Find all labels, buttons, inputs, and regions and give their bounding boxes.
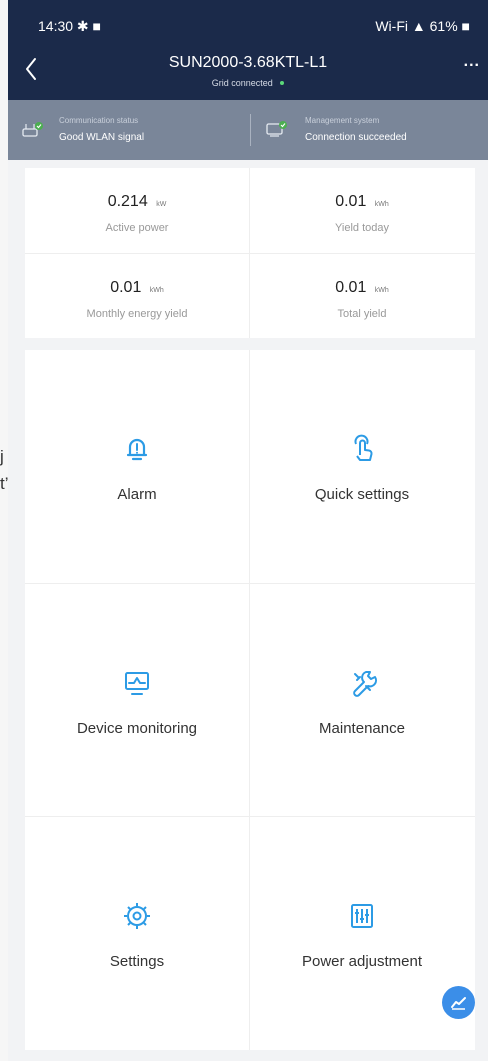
- stat-total-yield-label: Total yield: [337, 308, 387, 320]
- more-button[interactable]: ...: [464, 54, 480, 70]
- menu-alarm-label: Alarm: [117, 486, 157, 503]
- stat-active-power-value-line: 0.214 kW: [25, 193, 249, 211]
- quick-settings-icon-wrap: [345, 432, 379, 466]
- stat-yield-today-value: 0.01: [335, 193, 367, 210]
- trend-chart-button[interactable]: [442, 986, 475, 1019]
- status-dot-icon: [280, 81, 285, 85]
- menu-power-adjustment[interactable]: Power adjustment: [250, 817, 474, 1050]
- phone-screen: 14:30 ✱ ■ Wi-Fi ▲ 61% ■ SUN2000-3.68KTL-…: [8, 0, 488, 1061]
- stat-monthly-energy-yield-label: Monthly energy yield: [86, 308, 188, 320]
- trend-chart-icon: [451, 997, 466, 1010]
- stat-active-power-unit: kW: [156, 201, 167, 208]
- settings-icon: [124, 903, 150, 929]
- menu-settings[interactable]: Settings: [25, 817, 249, 1050]
- communication-status-value: Good WLAN signal: [59, 132, 145, 143]
- stat-monthly-energy-yield: 0.01 kWh Monthly energy yield: [25, 254, 249, 339]
- stat-yield-today-label: Yield today: [334, 222, 390, 234]
- communication-status-label: Communication status: [59, 116, 139, 125]
- power-adjustment-icon-wrap: [345, 899, 379, 933]
- stat-active-power: 0.214 kW Active power: [25, 168, 249, 253]
- device-title: SUN2000-3.68KTL-L1: [168, 54, 328, 71]
- quick-settings-icon: [354, 434, 373, 461]
- stat-yield-today-unit: kWh: [374, 201, 389, 208]
- menu-alarm[interactable]: Alarm: [25, 350, 249, 583]
- management-system-value: Connection succeeded: [305, 132, 407, 143]
- title-bar: SUN2000-3.68KTL-L1 Grid connected ...: [8, 40, 488, 100]
- stat-total-yield-value: 0.01: [335, 279, 367, 296]
- device-monitoring-icon-wrap: [120, 666, 154, 700]
- management-system-icon: [266, 121, 287, 137]
- stat-total-yield: 0.01 kWh Total yield: [250, 254, 474, 339]
- menu-device-monitoring-label: Device monitoring: [76, 720, 198, 737]
- power-adjustment-icon: [351, 904, 373, 928]
- left-cropped-strip: j t’,: [0, 0, 8, 1061]
- stat-monthly-energy-yield-unit: kWh: [149, 287, 164, 294]
- stat-yield-today-value-line: 0.01 kWh: [250, 193, 474, 211]
- device-status-text: Grid connected: [211, 78, 273, 88]
- stat-yield-today: 0.01 kWh Yield today: [250, 168, 474, 253]
- menu-maintenance-label: Maintenance: [319, 720, 405, 737]
- menu-card: Alarm Quick settings Device monitoring M…: [25, 350, 475, 1050]
- menu-quick-settings-label: Quick settings: [314, 486, 410, 503]
- more-icon: ...: [463, 53, 480, 70]
- device-monitoring-icon: [125, 672, 149, 695]
- top-header: 14:30 ✱ ■ Wi-Fi ▲ 61% ■ SUN2000-3.68KTL-…: [8, 0, 488, 100]
- menu-power-adjustment-label: Power adjustment: [301, 953, 423, 970]
- status-indicators: Wi-Fi ▲ 61% ■: [375, 18, 470, 34]
- management-system-label: Management system: [305, 116, 380, 125]
- settings-icon-wrap: [120, 899, 154, 933]
- page: j t’, 14:30 ✱ ■ Wi-Fi ▲ 61% ■ SUN2000-3.…: [0, 0, 488, 1061]
- alarm-icon-wrap: [120, 432, 154, 466]
- status-bar: 14:30 ✱ ■ Wi-Fi ▲ 61% ■: [8, 0, 488, 40]
- communication-status[interactable]: Communication status Good WLAN signal: [8, 100, 250, 160]
- menu-maintenance[interactable]: Maintenance: [250, 584, 474, 817]
- menu-quick-settings[interactable]: Quick settings: [250, 350, 474, 583]
- stat-monthly-energy-yield-value: 0.01: [110, 279, 142, 296]
- left-crop-text-1: j: [0, 447, 4, 466]
- menu-settings-label: Settings: [109, 953, 165, 970]
- stat-monthly-energy-yield-value-line: 0.01 kWh: [25, 279, 249, 297]
- stat-total-yield-unit: kWh: [374, 287, 389, 294]
- maintenance-icon: [353, 671, 378, 697]
- left-crop-text-2: t’,: [0, 474, 8, 493]
- management-system[interactable]: Management system Connection succeeded: [250, 100, 488, 160]
- stats-card: 0.214 kW Active power 0.01 kWh Yield tod…: [25, 168, 475, 338]
- stat-total-yield-value-line: 0.01 kWh: [250, 279, 474, 297]
- communication-bar: Communication status Good WLAN signal Ma…: [8, 100, 488, 160]
- status-time: 14:30 ✱ ■: [38, 18, 101, 34]
- stat-active-power-value: 0.214: [107, 193, 148, 210]
- wlan-router-icon: [22, 122, 43, 137]
- stat-active-power-label: Active power: [105, 222, 169, 234]
- device-status: Grid connected: [8, 78, 488, 88]
- menu-device-monitoring[interactable]: Device monitoring: [25, 584, 249, 817]
- maintenance-icon-wrap: [345, 666, 379, 700]
- alarm-icon: [126, 438, 148, 461]
